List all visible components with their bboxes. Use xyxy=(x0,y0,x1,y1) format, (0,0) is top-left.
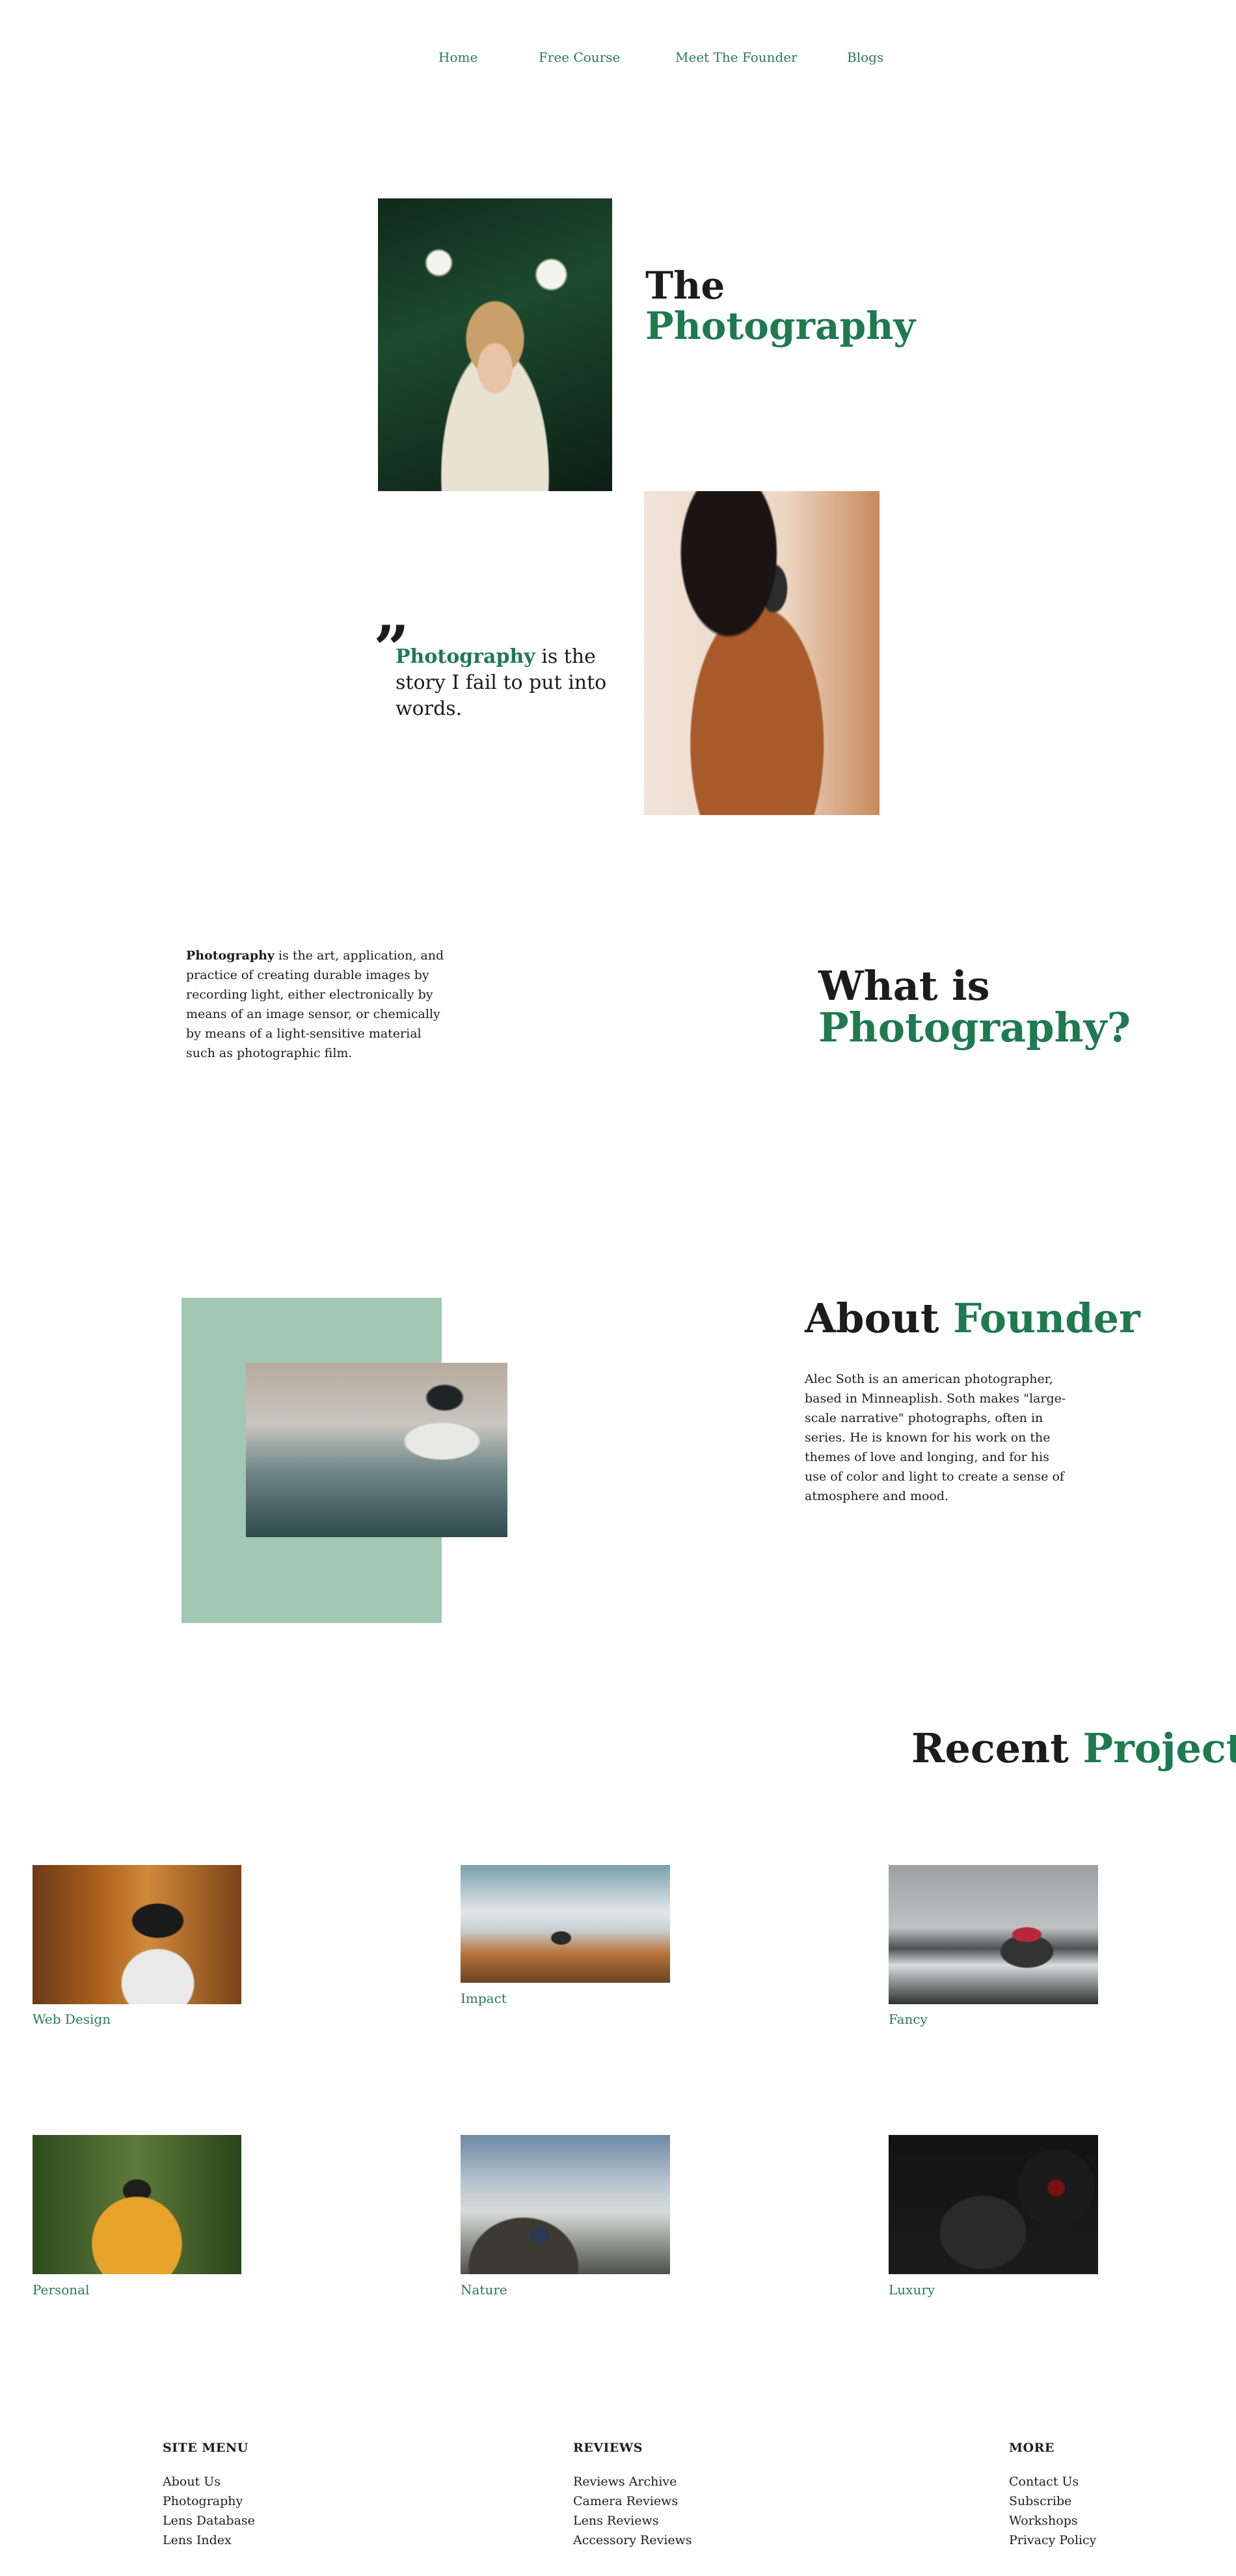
project-luxury-image[interactable] xyxy=(889,2135,1098,2274)
nav-blogs-link[interactable]: Blogs xyxy=(847,49,883,65)
project-impact-image[interactable] xyxy=(461,1865,670,1983)
footer-column-more: MORE Contact Us Subscribe Workshops Priv… xyxy=(1009,2441,1096,2550)
projects-title: Recent Projects xyxy=(911,1728,1236,1769)
footer-heading: REVIEWS xyxy=(573,2441,643,2455)
footer-link-reviews-archive[interactable]: Reviews Archive xyxy=(573,2472,692,2491)
nav-home-link[interactable]: Home xyxy=(438,49,477,65)
what-is-title-line2: Photography? xyxy=(818,1004,1131,1051)
project-personal-image[interactable] xyxy=(33,2135,241,2274)
hero-title: The Photography xyxy=(645,265,915,346)
footer-link-camera-reviews[interactable]: Camera Reviews xyxy=(573,2491,692,2511)
nav-meet-founder-link[interactable]: Meet The Founder xyxy=(675,49,798,65)
nav-free-course-link[interactable]: Free Course xyxy=(539,49,620,65)
project-impact-link[interactable]: Impact xyxy=(461,1991,507,2006)
what-is-body-rest: is the art, application, and practice of… xyxy=(186,948,444,1060)
project-nature-link[interactable]: Nature xyxy=(461,2282,507,2298)
project-nature-image[interactable] xyxy=(461,2135,670,2274)
founder-title-green: Founder xyxy=(953,1295,1140,1342)
footer-link-about-us[interactable]: About Us xyxy=(163,2472,255,2491)
footer-link-lens-database[interactable]: Lens Database xyxy=(163,2511,255,2530)
footer-link-accessory-reviews[interactable]: Accessory Reviews xyxy=(573,2530,692,2550)
top-nav: Home Free Course Meet The Founder Blogs xyxy=(0,49,1236,69)
project-luxury-link[interactable]: Luxury xyxy=(889,2282,935,2298)
footer-link-workshops[interactable]: Workshops xyxy=(1009,2511,1096,2530)
founder-title: About Founder xyxy=(805,1298,1140,1339)
founder-title-plain: About xyxy=(805,1295,954,1342)
footer-link-lens-index[interactable]: Lens Index xyxy=(163,2530,255,2550)
footer-column-reviews: REVIEWS Reviews Archive Camera Reviews L… xyxy=(573,2441,692,2550)
projects-title-green: Projects xyxy=(1082,1724,1236,1772)
founder-image xyxy=(246,1363,507,1537)
project-web-design-image[interactable] xyxy=(33,1865,241,2004)
hero-quote-highlight: Photography xyxy=(396,645,535,668)
footer-link-subscribe[interactable]: Subscribe xyxy=(1009,2491,1096,2511)
footer-link-photography[interactable]: Photography xyxy=(163,2491,255,2511)
footer-link-contact-us[interactable]: Contact Us xyxy=(1009,2472,1096,2491)
hero-woman-flowers-image xyxy=(378,198,612,491)
hero-title-line2: Photography xyxy=(645,304,916,348)
what-is-body: Photography is the art, application, and… xyxy=(186,946,446,1063)
project-personal-link[interactable]: Personal xyxy=(33,2282,89,2298)
project-web-design-link[interactable]: Web Design xyxy=(33,2011,111,2027)
footer-link-privacy-policy[interactable]: Privacy Policy xyxy=(1009,2530,1096,2550)
footer-link-lens-reviews[interactable]: Lens Reviews xyxy=(573,2511,692,2530)
footer-heading: MORE xyxy=(1009,2441,1055,2455)
hero-woman-camera-image xyxy=(644,491,880,815)
hero-title-line1: The xyxy=(645,263,725,308)
projects-title-plain: Recent xyxy=(911,1724,1083,1772)
project-fancy-link[interactable]: Fancy xyxy=(889,2011,928,2027)
hero-quote: Photography is the story I fail to put i… xyxy=(396,644,636,722)
footer-column-site-menu: SITE MENU About Us Photography Lens Data… xyxy=(163,2441,255,2550)
footer-heading: SITE MENU xyxy=(163,2441,249,2455)
what-is-title-line1: What is xyxy=(818,962,990,1010)
founder-body: Alec Soth is an american photographer, b… xyxy=(805,1372,1066,1503)
what-is-title: What is Photography? xyxy=(818,965,1131,1049)
project-fancy-image[interactable] xyxy=(889,1865,1098,2004)
what-is-body-bold: Photography xyxy=(186,948,275,963)
